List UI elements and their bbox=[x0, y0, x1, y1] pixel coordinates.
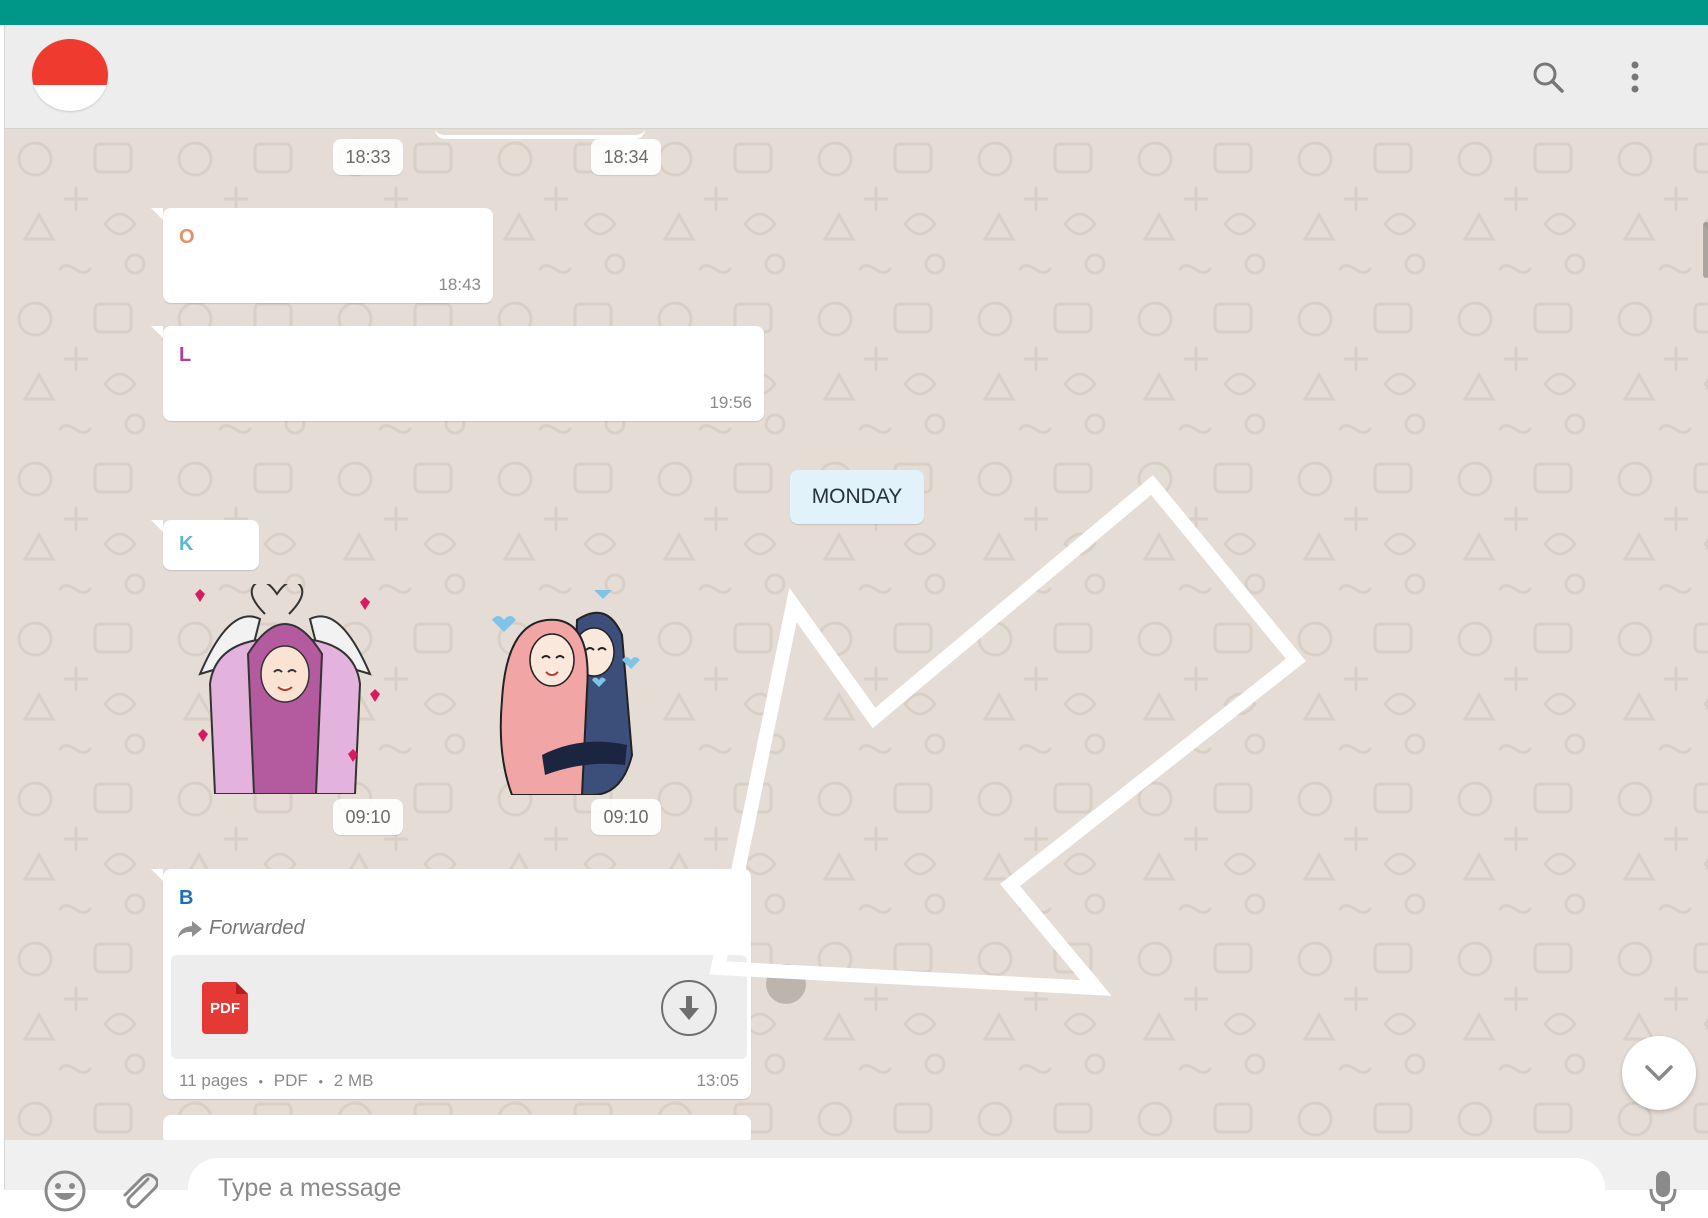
more-vertical-icon[interactable] bbox=[1613, 55, 1657, 99]
download-arrow-icon bbox=[679, 996, 699, 1020]
meta-separator: • bbox=[318, 1074, 324, 1089]
chat-app: 18:33 18:34 O 18:43 L 19:56 MONDAY K 09:… bbox=[4, 25, 1708, 1218]
chat-header bbox=[5, 25, 1708, 129]
incoming-message[interactable]: L 19:56 bbox=[151, 326, 764, 421]
sender-name: L bbox=[179, 344, 192, 366]
scrollbar-thumb[interactable] bbox=[1703, 222, 1708, 278]
incoming-message[interactable]: K bbox=[151, 520, 259, 570]
search-icon[interactable] bbox=[1526, 55, 1570, 99]
incoming-message[interactable]: O 18:43 bbox=[151, 208, 493, 303]
document-card[interactable]: PDF bbox=[171, 955, 747, 1059]
emoji-icon[interactable] bbox=[40, 1166, 90, 1216]
scroll-to-bottom-button[interactable] bbox=[1622, 1036, 1696, 1110]
document-message[interactable]: B Forwarded PDF 11 pages • PDF • 2 MB 13… bbox=[151, 869, 751, 1099]
window-top-bar bbox=[0, 0, 1708, 25]
sticker-hijab-hug[interactable] bbox=[482, 587, 657, 796]
message-time: 09:10 bbox=[333, 799, 403, 835]
sticker-partial-top bbox=[435, 129, 645, 139]
forwarded-label: Forwarded bbox=[209, 917, 305, 939]
sender-name: K bbox=[179, 533, 194, 555]
message-time: 19:56 bbox=[709, 393, 752, 412]
forward-icon bbox=[178, 920, 202, 938]
message-list[interactable]: 18:33 18:34 O 18:43 L 19:56 MONDAY K 09:… bbox=[5, 129, 1708, 1140]
compose-bar bbox=[5, 1140, 1708, 1218]
download-button[interactable] bbox=[661, 980, 717, 1036]
forward-button[interactable] bbox=[766, 964, 806, 1004]
microphone-icon[interactable] bbox=[1638, 1166, 1688, 1216]
group-avatar[interactable] bbox=[32, 39, 108, 111]
message-time: 18:33 bbox=[333, 139, 403, 175]
message-time: 18:34 bbox=[591, 139, 661, 175]
document-type: PDF bbox=[273, 1071, 308, 1090]
sender-name: O bbox=[179, 226, 195, 248]
document-meta: 11 pages • PDF • 2 MB bbox=[179, 1071, 373, 1091]
message-time: 18:43 bbox=[438, 275, 481, 294]
day-separator: MONDAY bbox=[790, 470, 924, 524]
incoming-message-partial[interactable] bbox=[163, 1115, 751, 1140]
avatar-flag-red bbox=[32, 39, 108, 85]
paperclip-icon[interactable] bbox=[113, 1166, 163, 1216]
pdf-badge-label: PDF bbox=[210, 999, 240, 1017]
pdf-file-icon: PDF bbox=[202, 982, 248, 1034]
message-input[interactable] bbox=[188, 1158, 1605, 1218]
message-time: 13:05 bbox=[696, 1071, 739, 1090]
sender-name: B bbox=[179, 887, 194, 909]
document-size: 2 MB bbox=[333, 1071, 374, 1090]
forwarded-indicator: Forwarded bbox=[177, 917, 305, 940]
meta-separator: • bbox=[258, 1074, 263, 1089]
message-time: 09:10 bbox=[591, 799, 661, 835]
document-pages: 11 pages bbox=[179, 1071, 248, 1090]
sticker-hijab-heart[interactable] bbox=[190, 580, 380, 795]
chevron-down-icon bbox=[1645, 1065, 1673, 1081]
